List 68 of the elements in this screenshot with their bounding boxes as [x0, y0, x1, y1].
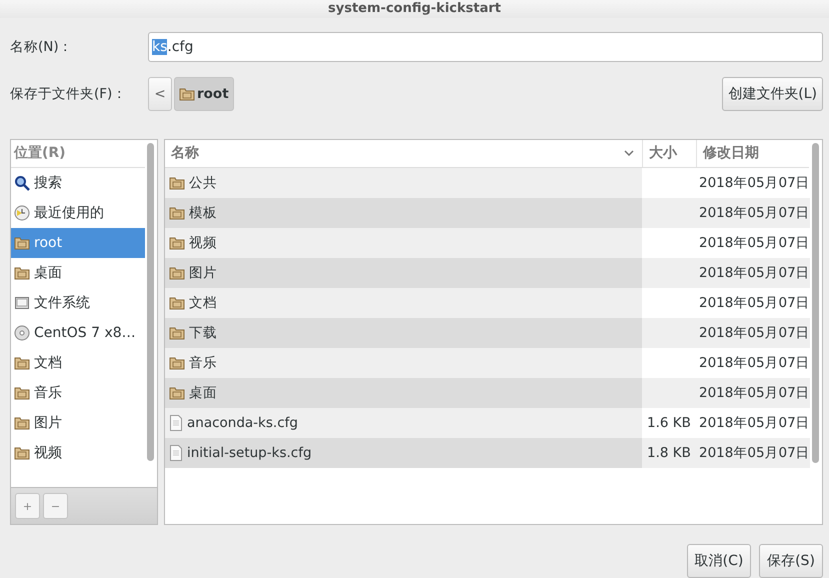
folder-icon — [179, 86, 195, 101]
window-title: system-config-kickstart — [328, 1, 501, 16]
place-item[interactable]: 桌面 — [11, 258, 145, 288]
file-size: 1.8 KB — [647, 444, 691, 461]
file-date: 2018年05月07日 — [699, 264, 810, 282]
file-name: 模板 — [189, 204, 217, 222]
file-name: 公共 — [189, 174, 217, 192]
disc-icon — [14, 324, 30, 341]
file-name: 下载 — [189, 324, 217, 342]
place-item[interactable]: 文档 — [11, 348, 145, 378]
file-date: 2018年05月07日 — [699, 294, 810, 312]
folder-icon — [169, 236, 185, 250]
place-item[interactable]: 图片 — [11, 408, 145, 438]
dialog-button[interactable]: 取消(C) — [687, 544, 751, 578]
column-header[interactable]: 名称 — [165, 140, 642, 167]
name-field[interactable]: ks.cfg — [148, 32, 823, 62]
file-name: initial-setup-ks.cfg — [187, 444, 312, 461]
file-date: 2018年05月07日 — [699, 354, 810, 372]
file-date: 2018年05月07日 — [699, 384, 810, 402]
folder-label: 保存于文件夹(F)： — [10, 84, 128, 103]
document-icon — [169, 444, 183, 461]
folder-icon — [169, 326, 185, 340]
file-date: 2018年05月07日 — [699, 234, 810, 252]
folder-icon — [169, 206, 185, 220]
file-name: 音乐 — [189, 354, 217, 372]
dialog-button[interactable]: 保存(S) — [759, 544, 823, 578]
back-button[interactable]: < — [148, 76, 172, 111]
file-date: 2018年05月07日 — [699, 204, 810, 222]
caret-icon — [624, 150, 634, 156]
file-date: 2018年05月07日 — [699, 444, 810, 462]
folder-icon — [169, 176, 185, 190]
document-icon — [169, 414, 183, 431]
clock-icon — [14, 204, 30, 221]
place-item[interactable]: 搜索 — [11, 168, 145, 198]
column-header[interactable]: 大小 — [642, 140, 696, 167]
file-name: 视频 — [189, 234, 217, 252]
file-date: 2018年05月07日 — [699, 174, 810, 192]
path-button[interactable]: root — [174, 76, 234, 111]
folder-icon — [14, 446, 30, 460]
column-header[interactable]: 修改日期 — [696, 140, 809, 167]
file-name: 图片 — [189, 264, 217, 282]
search-icon — [14, 174, 30, 191]
drive-icon — [14, 294, 30, 311]
folder-icon — [169, 266, 185, 280]
folder-icon — [169, 386, 185, 400]
places-header: 位置(R) — [11, 140, 145, 168]
place-item[interactable]: 最近使用的 — [11, 198, 145, 228]
create-folder-button[interactable]: 创建文件夹(L) — [722, 76, 823, 111]
place-item[interactable]: CentOS 7 x8… — [11, 318, 145, 348]
name-label: 名称(N)： — [10, 38, 74, 56]
folder-icon — [14, 416, 30, 430]
folder-icon — [169, 356, 185, 370]
folder-icon — [14, 386, 30, 400]
file-date: 2018年05月07日 — [699, 414, 810, 432]
file-date: 2018年05月07日 — [699, 324, 810, 342]
folder-icon — [14, 266, 30, 280]
place-item[interactable]: 音乐 — [11, 378, 145, 408]
file-name: anaconda-ks.cfg — [187, 414, 298, 431]
scrollbar[interactable] — [812, 142, 819, 463]
folder-icon — [14, 356, 30, 370]
place-item[interactable]: 文件系统 — [11, 288, 145, 318]
file-size: 1.6 KB — [647, 414, 691, 431]
folder-icon — [169, 296, 185, 310]
folder-icon — [14, 236, 30, 250]
scrollbar[interactable] — [147, 142, 154, 461]
place-item[interactable]: 视频 — [11, 438, 145, 468]
file-name: 文档 — [189, 294, 217, 312]
file-name: 桌面 — [189, 384, 217, 402]
